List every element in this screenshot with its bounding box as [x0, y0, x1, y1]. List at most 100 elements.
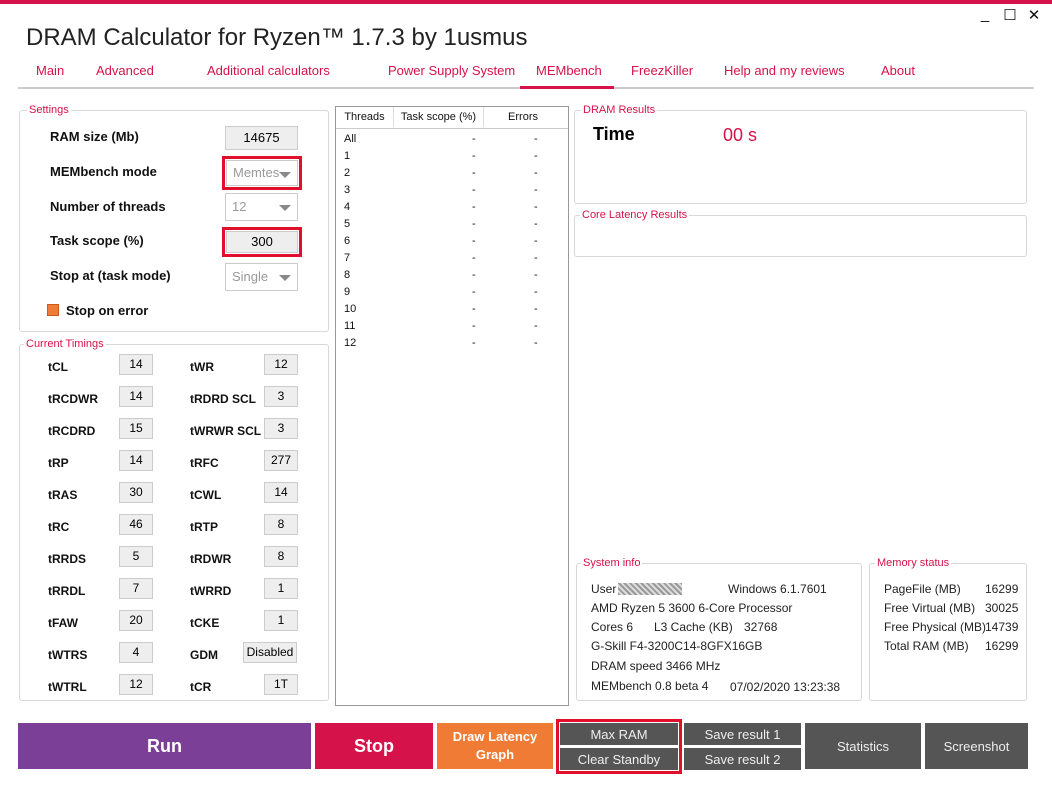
table-cell-thread: 5 — [344, 218, 351, 230]
timing-value[interactable]: 14 — [119, 354, 153, 375]
timing-value[interactable]: 3 — [264, 386, 298, 407]
timing-value[interactable]: 1 — [264, 578, 298, 599]
timing-value[interactable]: 8 — [264, 546, 298, 567]
timing-value[interactable]: 12 — [119, 674, 153, 695]
table-cell-task-scope: - — [472, 269, 476, 281]
table-cell-thread: 8 — [344, 269, 351, 281]
run-button[interactable]: Run — [18, 723, 311, 769]
tab-main[interactable]: Main — [36, 63, 64, 78]
timing-value[interactable]: 20 — [119, 610, 153, 631]
threads-select[interactable]: 12 — [225, 193, 298, 221]
table-cell-task-scope: - — [472, 337, 476, 349]
table-row[interactable]: 6 - - — [336, 233, 568, 250]
column-header-errors[interactable]: Errors — [484, 107, 568, 127]
timing-value[interactable]: 4 — [119, 642, 153, 663]
table-cell-task-scope: - — [472, 252, 476, 264]
timing-label: tFAW — [48, 616, 78, 630]
close-icon[interactable]: ✕ — [1024, 6, 1044, 24]
timing-label: tRCDRD — [48, 424, 96, 438]
memory-status-value: 14739 — [985, 620, 1019, 634]
table-row[interactable]: 7 - - — [336, 250, 568, 267]
dram-results-group — [574, 110, 1027, 204]
timing-value[interactable]: 7 — [119, 578, 153, 599]
time-label: Time — [593, 124, 635, 144]
timing-value[interactable]: 3 — [264, 418, 298, 439]
timing-value[interactable]: 15 — [119, 418, 153, 439]
core-latency-title: Core Latency Results — [580, 209, 690, 221]
table-cell-task-scope: - — [472, 150, 476, 162]
timing-value[interactable]: 46 — [119, 514, 153, 535]
column-header-task-scope[interactable]: Task scope (%) — [394, 107, 484, 127]
table-row[interactable]: 2 - - — [336, 165, 568, 182]
timing-value[interactable]: 1T — [264, 674, 298, 695]
maximize-icon[interactable]: ☐ — [1000, 6, 1020, 24]
l3-cache-value: 32768 — [744, 620, 778, 634]
timing-label: tRDWR — [190, 552, 232, 566]
timing-value[interactable]: 8 — [264, 514, 298, 535]
stop-on-error-checkbox[interactable] — [47, 304, 59, 316]
table-row[interactable]: All - - — [336, 131, 568, 148]
time-value: 00 s — [723, 125, 758, 145]
table-cell-errors: - — [534, 150, 538, 162]
memory-status-title: Memory status — [875, 557, 952, 569]
timing-value[interactable]: 5 — [119, 546, 153, 567]
table-cell-errors: - — [534, 269, 538, 281]
memory-status-value: 16299 — [985, 582, 1019, 596]
os-version: Windows 6.1.7601 — [728, 582, 827, 596]
table-row[interactable]: 8 - - — [336, 267, 568, 284]
timing-value[interactable]: 14 — [119, 386, 153, 407]
table-row[interactable]: 10 - - — [336, 301, 568, 318]
table-cell-errors: - — [534, 184, 538, 196]
tab-about[interactable]: About — [881, 63, 915, 78]
column-header-threads[interactable]: Threads — [336, 107, 394, 127]
chevron-down-icon — [279, 172, 291, 178]
table-cell-errors: - — [534, 320, 538, 332]
save-result-1-button[interactable]: Save result 1 — [684, 723, 801, 745]
table-row[interactable]: 1 - - — [336, 148, 568, 165]
table-row[interactable]: 12 - - — [336, 335, 568, 352]
timing-label: tRCDWR — [48, 392, 98, 406]
membench-mode-label: MEMbench mode — [50, 164, 157, 179]
clear-standby-button[interactable]: Clear Standby — [560, 748, 678, 770]
timing-value[interactable]: 277 — [264, 450, 298, 471]
table-cell-errors: - — [534, 235, 538, 247]
app-title: DRAM Calculator for Ryzen™ 1.7.3 by 1usm… — [26, 24, 528, 51]
timing-label: tRDRD SCL — [190, 392, 256, 406]
timing-value[interactable]: 14 — [119, 450, 153, 471]
tab-advanced[interactable]: Advanced — [96, 63, 154, 78]
table-row[interactable]: 5 - - — [336, 216, 568, 233]
ram-size-value[interactable]: 14675 — [225, 126, 298, 150]
table-cell-task-scope: - — [472, 201, 476, 213]
timing-value[interactable]: Disabled — [243, 642, 297, 663]
stop-at-select[interactable]: Single — [225, 263, 298, 291]
timing-value[interactable]: 1 — [264, 610, 298, 631]
statistics-button[interactable]: Statistics — [805, 723, 921, 769]
threads-grid[interactable]: Threads Task scope (%) Errors All - - 1 - - 2 -… — [335, 106, 569, 706]
draw-latency-graph-button[interactable]: Draw Latency Graph — [437, 723, 553, 769]
task-scope-input[interactable]: 300 — [226, 231, 298, 253]
tab-help-and-reviews[interactable]: Help and my reviews — [724, 63, 845, 78]
threads-value: 12 — [232, 199, 247, 214]
timing-value[interactable]: 30 — [119, 482, 153, 503]
tab-freezkiller[interactable]: FreezKiller — [631, 63, 693, 78]
membench-mode-select[interactable]: Memtes — [226, 160, 298, 186]
memory-status-label: Total RAM (MB) — [884, 639, 969, 653]
timing-value[interactable]: 14 — [264, 482, 298, 503]
table-row[interactable]: 4 - - — [336, 199, 568, 216]
table-row[interactable]: 3 - - — [336, 182, 568, 199]
tab-membench[interactable]: MEMbench — [536, 63, 602, 78]
table-row[interactable]: 11 - - — [336, 318, 568, 335]
screenshot-button[interactable]: Screenshot — [925, 723, 1028, 769]
cores-count: Cores 6 — [591, 620, 634, 634]
max-ram-button[interactable]: Max RAM — [560, 723, 678, 745]
timing-label: tWRRD — [190, 584, 232, 598]
stop-button[interactable]: Stop — [315, 723, 433, 769]
table-row[interactable]: 9 - - — [336, 284, 568, 301]
tab-additional-calculators[interactable]: Additional calculators — [207, 63, 330, 78]
timing-value[interactable]: 12 — [264, 354, 298, 375]
minimize-icon[interactable]: _ — [975, 6, 995, 23]
tab-power-supply-system[interactable]: Power Supply System — [388, 63, 515, 78]
save-result-2-button[interactable]: Save result 2 — [684, 748, 801, 770]
table-cell-thread: 1 — [344, 150, 351, 162]
stop-on-error-label: Stop on error — [66, 303, 149, 318]
